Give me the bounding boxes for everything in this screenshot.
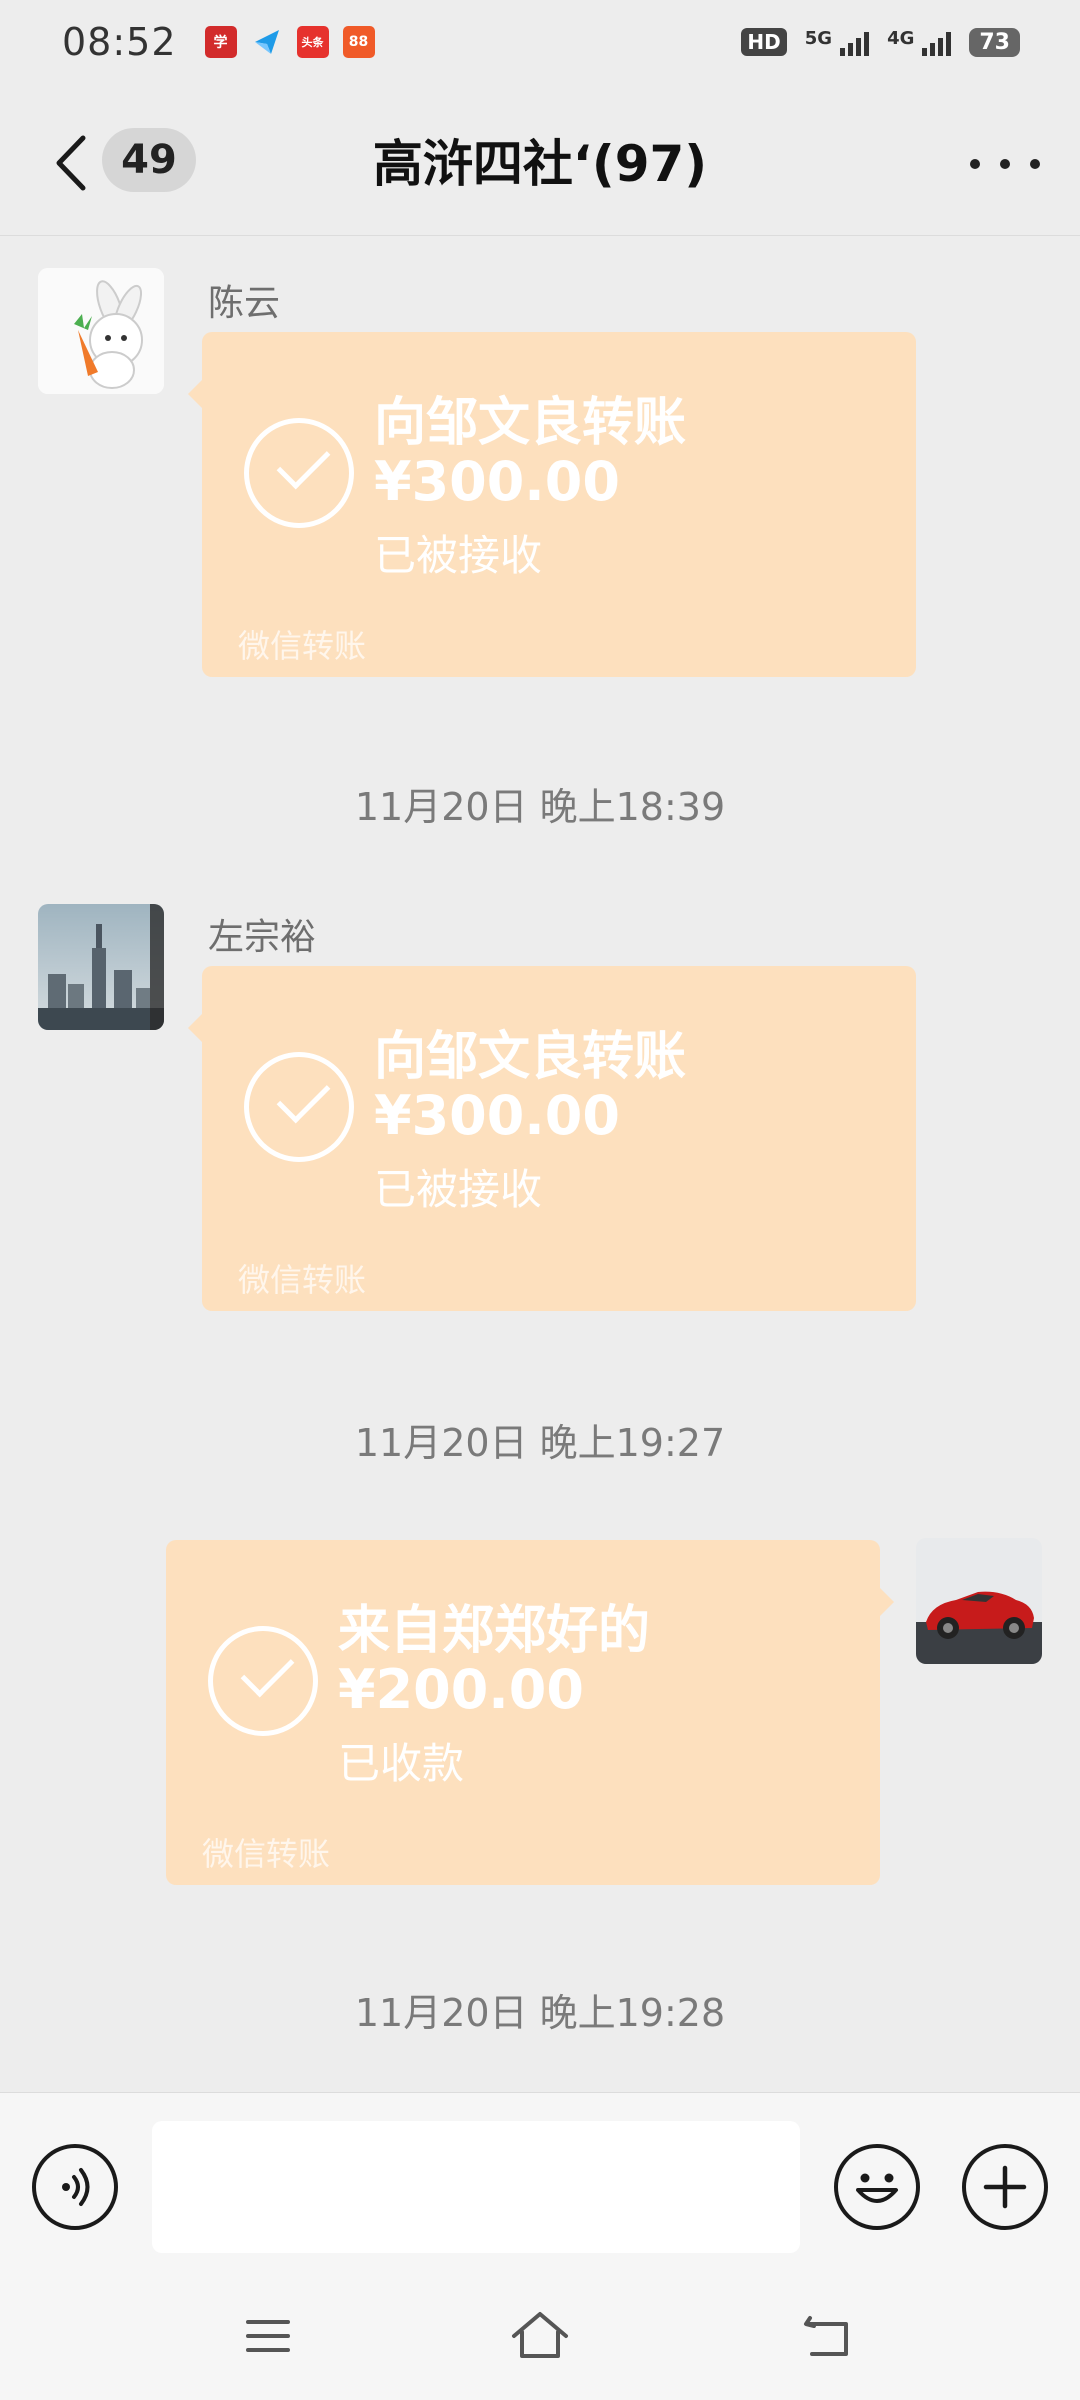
bubble-tail — [188, 1014, 202, 1042]
check-circle-icon — [244, 418, 354, 528]
city-skyline-avatar-icon — [38, 904, 164, 1030]
home-icon — [512, 2312, 568, 2358]
chat-title: 高浒四社‘(97) — [372, 135, 708, 193]
sender-name: 陈云 — [208, 283, 281, 324]
more-functions-button[interactable] — [962, 2144, 1048, 2230]
message-timestamp: 11月20日 晚上19:28 — [354, 1991, 726, 2035]
system-navigation-bar — [0, 2272, 1080, 2400]
transfer-message-card[interactable]: 向邹文良转账 ¥300.00 已被接收 微信转账 — [188, 332, 916, 677]
avatar[interactable] — [38, 268, 164, 394]
transfer-footer: 微信转账 — [238, 627, 367, 665]
transfer-amount: ¥300.00 — [374, 1084, 620, 1147]
transfer-title: 向邹文良转账 — [374, 393, 687, 453]
battery-icon: 73 — [969, 27, 1020, 57]
plus-icon — [983, 2165, 1027, 2209]
more-options-button[interactable] — [970, 134, 1040, 194]
voice-input-button[interactable] — [32, 2144, 118, 2230]
bubble-tail — [188, 380, 202, 408]
menu-button[interactable] — [236, 2304, 300, 2368]
emoji-button[interactable] — [834, 2144, 920, 2230]
sender-name: 左宗裕 — [208, 917, 317, 958]
back-nav-button[interactable] — [796, 2304, 860, 2368]
transfer-amount: ¥300.00 — [374, 450, 620, 513]
network-5g-label: 5G — [804, 27, 833, 49]
transfer-title: 来自郑郑好的 — [338, 1601, 651, 1661]
avatar[interactable] — [38, 904, 164, 1030]
signal-icon — [922, 28, 952, 56]
app-notification-icon: 学 — [204, 26, 237, 58]
message-input-bar — [0, 2092, 1080, 2272]
transfer-footer: 微信转账 — [238, 1261, 367, 1299]
chat-header: 49 高浒四社‘(97) — [0, 84, 1080, 236]
back-icon — [804, 2316, 848, 2356]
red-car-avatar-icon — [916, 1538, 1042, 1664]
transfer-status: 已收款 — [338, 1739, 465, 1788]
voice-icon — [62, 2168, 90, 2206]
transfer-status: 已被接收 — [374, 1165, 543, 1214]
dot-icon — [970, 159, 980, 169]
notification-icons: 学 头条 88 — [204, 26, 375, 58]
hd-icon: HD — [741, 28, 787, 56]
home-button[interactable] — [508, 2304, 572, 2368]
avatar[interactable] — [916, 1538, 1042, 1664]
dot-icon — [1030, 159, 1040, 169]
check-circle-icon — [208, 1626, 318, 1736]
message-timestamp: 11月20日 晚上19:27 — [354, 1421, 726, 1465]
transfer-footer: 微信转账 — [202, 1835, 331, 1873]
network-4g-label: 4G — [887, 27, 915, 49]
signal-icon — [840, 28, 870, 56]
transfer-message-card[interactable]: 向邹文良转账 ¥300.00 已被接收 微信转账 — [188, 966, 916, 1311]
message-text-input[interactable] — [152, 2121, 800, 2253]
app-notification-icon — [251, 26, 283, 58]
bubble-tail — [880, 1588, 894, 1616]
app-notification-icon: 头条 — [296, 26, 329, 58]
transfer-amount: ¥200.00 — [338, 1658, 584, 1721]
transfer-message-card[interactable]: 来自郑郑好的 ¥200.00 已收款 微信转账 — [166, 1540, 894, 1885]
transfer-status: 已被接收 — [374, 531, 543, 580]
menu-icon — [246, 2320, 290, 2352]
transfer-title: 向邹文良转账 — [374, 1027, 687, 1087]
emoji-icon — [856, 2173, 898, 2203]
status-time: 08:52 — [62, 20, 177, 64]
app-notification-icon: 88 — [342, 26, 375, 58]
check-circle-icon — [244, 1052, 354, 1162]
status-indicators: HD 5G 4G 73 — [741, 27, 1020, 57]
dot-icon — [1000, 159, 1010, 169]
rabbit-avatar-icon — [38, 268, 164, 394]
message-timestamp: 11月20日 晚上18:39 — [354, 785, 726, 829]
status-bar: 08:52 学 头条 88 HD 5G 4G 73 — [0, 0, 1080, 84]
